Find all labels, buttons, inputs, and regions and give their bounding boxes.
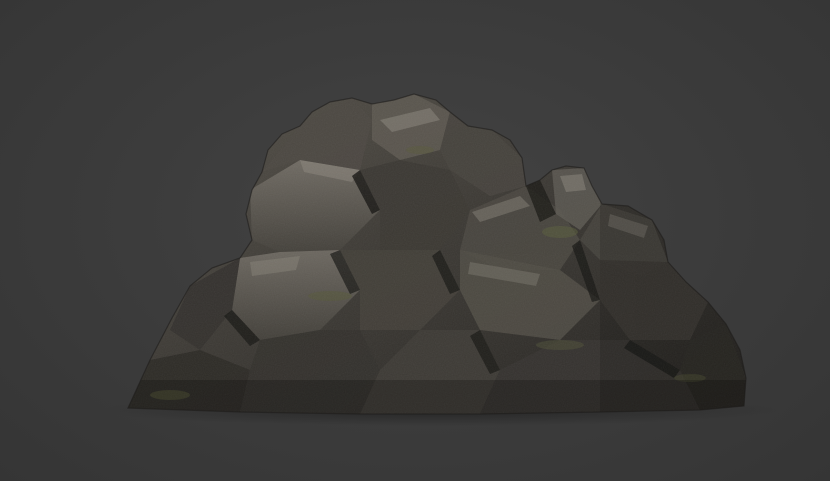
render-viewport xyxy=(0,0,830,481)
rock-render xyxy=(100,93,780,426)
rock-body xyxy=(127,93,747,415)
